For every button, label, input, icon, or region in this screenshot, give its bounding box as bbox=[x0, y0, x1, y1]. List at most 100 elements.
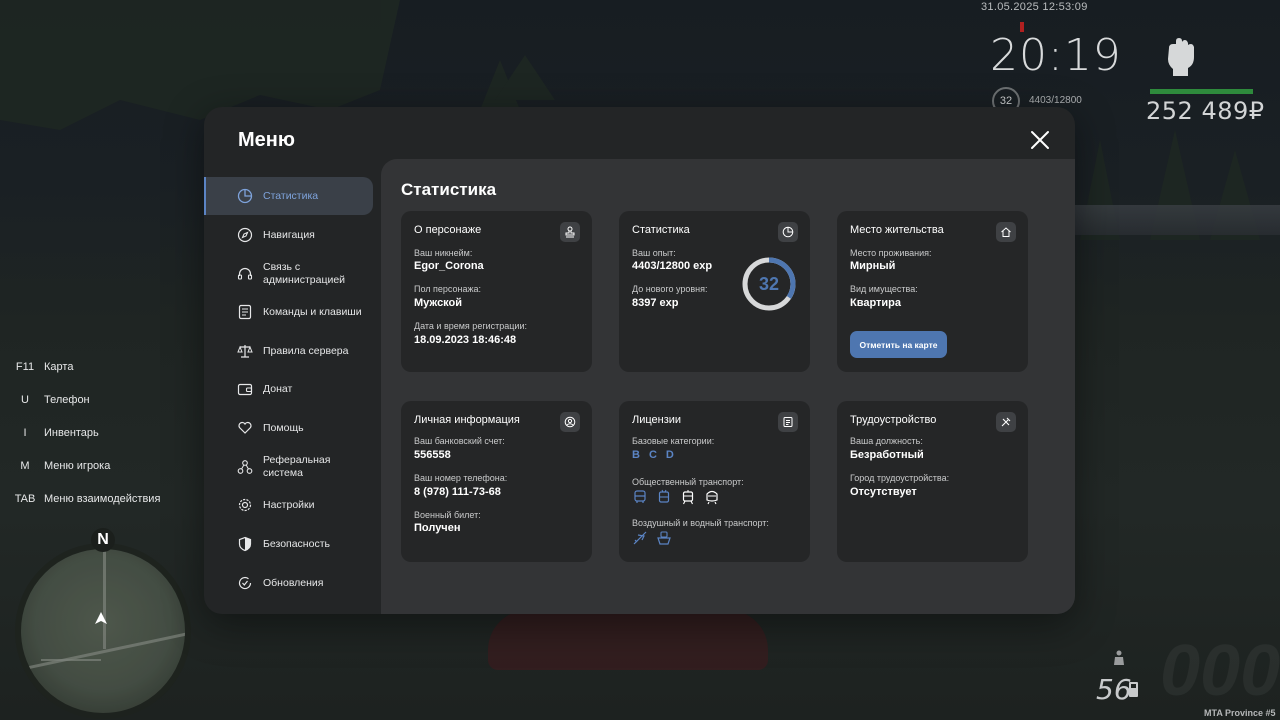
compass-icon bbox=[237, 227, 253, 243]
boat-icon bbox=[656, 530, 672, 546]
stamp-icon bbox=[560, 222, 580, 242]
pie-chart-icon bbox=[237, 188, 253, 204]
license-category: D bbox=[665, 449, 674, 461]
fuel-pump-icon bbox=[1129, 682, 1138, 697]
bank-label: Ваш банковский счет: bbox=[414, 436, 505, 446]
hotkey-row: F11 Карта bbox=[12, 350, 160, 383]
sidebar-item-navigation[interactable]: Навигация bbox=[204, 216, 373, 254]
card-personal: Личная информация Ваш банковский счет: 5… bbox=[401, 401, 592, 562]
plane-icon bbox=[632, 530, 648, 546]
reg-value: 18.09.2023 18:46:48 bbox=[414, 334, 517, 346]
sidebar-item-label: Навигация bbox=[263, 228, 315, 241]
property-type-value: Квартира bbox=[850, 297, 902, 309]
exp-label: Ваш опыт: bbox=[632, 248, 676, 258]
close-icon[interactable] bbox=[1030, 130, 1050, 150]
menu-window: Меню Статистика Навигация Связь с админи… bbox=[204, 107, 1075, 614]
sidebar-item-label: Настройки bbox=[263, 498, 315, 511]
sidebar-item-referral[interactable]: Реферальная система bbox=[204, 448, 373, 486]
card-title: Личная информация bbox=[414, 414, 520, 426]
card-statistics: Статистика Ваш опыт: 4403/12800 exp До н… bbox=[619, 211, 810, 372]
hotkey-label: Телефон bbox=[44, 393, 90, 406]
house-icon bbox=[996, 222, 1016, 242]
military-label: Военный билет: bbox=[414, 510, 481, 520]
license-doc-icon bbox=[778, 412, 798, 432]
server-watermark: MTA Province #5 bbox=[1204, 708, 1276, 718]
sidebar-item-donate[interactable]: Донат bbox=[204, 370, 373, 408]
exp-value: 4403/12800 exp bbox=[632, 260, 713, 272]
bank-value: 556558 bbox=[414, 449, 451, 461]
level-number: 32 bbox=[758, 273, 780, 294]
wallet-icon bbox=[237, 383, 253, 396]
card-licenses: Лицензии Базовые категории: B C D Общест… bbox=[619, 401, 810, 562]
hotkey-row: I Инвентарь bbox=[12, 416, 160, 449]
hotkey-key: U bbox=[21, 393, 29, 406]
hotkey-key: M bbox=[20, 459, 30, 472]
card-title: О персонаже bbox=[414, 224, 482, 236]
trolleybus-icon bbox=[656, 489, 672, 505]
air-water-transport-icons bbox=[632, 530, 672, 546]
hotkey-label: Инвентарь bbox=[44, 426, 99, 439]
license-category: C bbox=[648, 449, 657, 461]
tram-icon bbox=[680, 489, 696, 505]
sidebar-item-label: Команды и клавиши bbox=[263, 305, 362, 318]
sidebar-item-label: Обновления bbox=[263, 576, 324, 589]
public-transport-label: Общественный транспорт: bbox=[632, 477, 744, 487]
clock-pie-icon bbox=[778, 222, 798, 242]
sidebar-item-updates[interactable]: Обновления bbox=[204, 564, 373, 602]
sidebar-item-security[interactable]: Безопасность bbox=[204, 525, 373, 563]
sidebar-item-admin-contact[interactable]: Связь с администрацией bbox=[204, 255, 373, 293]
heart-hands-icon bbox=[238, 421, 252, 434]
sidebar-item-label: Безопасность bbox=[263, 537, 330, 550]
content-panel: Статистика О персонаже Ваш никнейм: Egor… bbox=[381, 159, 1075, 614]
position-label: Ваша должность: bbox=[850, 436, 923, 446]
sidebar-item-settings[interactable]: Настройки bbox=[204, 486, 373, 524]
hotkey-key: TAB bbox=[14, 492, 36, 505]
hotkey-label: Карта bbox=[44, 360, 74, 373]
sidebar-item-label: Статистика bbox=[263, 189, 319, 202]
headset-icon bbox=[237, 267, 253, 280]
hotkey-label: Меню игрока bbox=[44, 459, 111, 472]
residence-place-label: Место проживания: bbox=[850, 248, 932, 258]
employment-city-value: Отсутствует bbox=[850, 486, 917, 498]
hotkey-key: I bbox=[23, 426, 27, 439]
nickname-value: Egor_Corona bbox=[414, 260, 484, 272]
sidebar-item-help[interactable]: Помощь bbox=[204, 409, 373, 447]
license-categories: B C D bbox=[632, 449, 674, 461]
document-icon bbox=[238, 304, 252, 320]
shield-icon bbox=[238, 536, 252, 552]
speedometer-ghost: 000 bbox=[1160, 631, 1280, 711]
gender-value: Мужской bbox=[414, 297, 463, 309]
hud-money: 252 489₽ bbox=[1146, 97, 1265, 125]
property-type-label: Вид имущества: bbox=[850, 284, 918, 294]
sidebar-item-label: Реферальная система bbox=[263, 454, 331, 479]
hotkey-row: TAB Меню взаимодействия bbox=[12, 482, 161, 515]
military-value: Получен bbox=[414, 522, 461, 534]
position-value: Безработный bbox=[850, 449, 924, 461]
sidebar-item-label: Донат bbox=[263, 382, 293, 395]
license-category: B bbox=[632, 449, 640, 461]
train-silhouette bbox=[1075, 205, 1280, 235]
public-transport-icons bbox=[632, 489, 720, 505]
phone-label: Ваш номер телефона: bbox=[414, 473, 508, 483]
money-bar bbox=[1150, 89, 1253, 94]
seatbelt-icon bbox=[1114, 650, 1124, 665]
bus-icon bbox=[632, 489, 648, 505]
card-title: Трудоустройство bbox=[850, 414, 937, 426]
sidebar-item-commands[interactable]: Команды и клавиши bbox=[204, 293, 373, 331]
compass-north: N bbox=[91, 528, 115, 552]
sidebar-item-rules[interactable]: Правила сервера bbox=[204, 332, 373, 370]
hotkey-row: U Телефон bbox=[12, 383, 160, 416]
show-on-map-button[interactable]: Отметить на карте bbox=[850, 331, 947, 358]
sidebar-item-statistics[interactable]: Статистика bbox=[204, 177, 373, 215]
hotkeys-list: F11 Карта U Телефон I Инвентарь M Меню игрок… bbox=[12, 350, 161, 515]
hud-exp: 4403/12800 bbox=[1029, 95, 1082, 106]
gear-icon bbox=[238, 498, 252, 512]
sidebar-item-label: Правила сервера bbox=[263, 344, 349, 357]
sidebar-item-label: Связь с администрацией bbox=[263, 261, 346, 286]
next-level-value: 8397 exp bbox=[632, 297, 679, 309]
minimap bbox=[15, 543, 191, 719]
base-categories-label: Базовые категории: bbox=[632, 436, 715, 446]
card-residence: Место жительства Место проживания: Мирны… bbox=[837, 211, 1028, 372]
hud-datetime: 31.05.2025 12:53:09 bbox=[981, 1, 1088, 13]
hud-fuel: 56 bbox=[1096, 673, 1132, 706]
